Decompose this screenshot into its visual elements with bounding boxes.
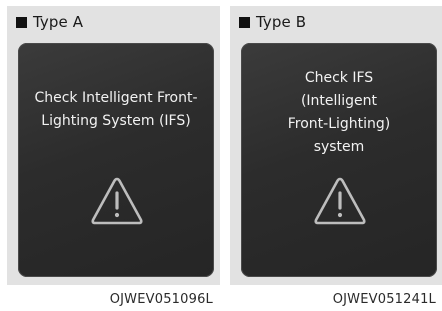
bullet-square-icon bbox=[16, 16, 27, 28]
type-a-panel: Type A Check Intelligent Front- Lighting… bbox=[7, 6, 220, 285]
type-b-label: Type B bbox=[256, 13, 307, 31]
warning-triangle-icon bbox=[91, 177, 143, 225]
warning-triangle-icon bbox=[314, 177, 366, 225]
type-a-warning-message: Check Intelligent Front- Lighting System… bbox=[18, 87, 214, 133]
type-b-message-line-1: Check IFS bbox=[304, 70, 374, 86]
type-b-cluster-display: Check IFS (Intelligent Front-Lighting) s… bbox=[241, 43, 437, 277]
type-b-message-line-3: Front-Lighting) bbox=[287, 116, 391, 132]
type-b-panel: Type B Check IFS (Intelligent Front-Ligh… bbox=[230, 6, 442, 285]
type-b-message-line-2: (Intelligent bbox=[300, 93, 378, 109]
type-a-message-line-2: Lighting System (IFS) bbox=[41, 113, 191, 129]
type-a-message-line-1: Check Intelligent Front- bbox=[34, 90, 198, 106]
type-b-message-line-4: system bbox=[313, 139, 365, 155]
type-b-header: Type B bbox=[239, 11, 306, 33]
type-b-figure-code: OJWEV051241L bbox=[332, 292, 436, 307]
type-a-figure-code: OJWEV051096L bbox=[109, 292, 213, 307]
bullet-square-icon bbox=[239, 16, 250, 28]
type-b-warning-message: Check IFS (Intelligent Front-Lighting) s… bbox=[241, 67, 437, 159]
type-a-label: Type A bbox=[33, 13, 84, 31]
type-a-cluster-display: Check Intelligent Front- Lighting System… bbox=[18, 43, 214, 277]
type-a-header: Type A bbox=[16, 11, 83, 33]
